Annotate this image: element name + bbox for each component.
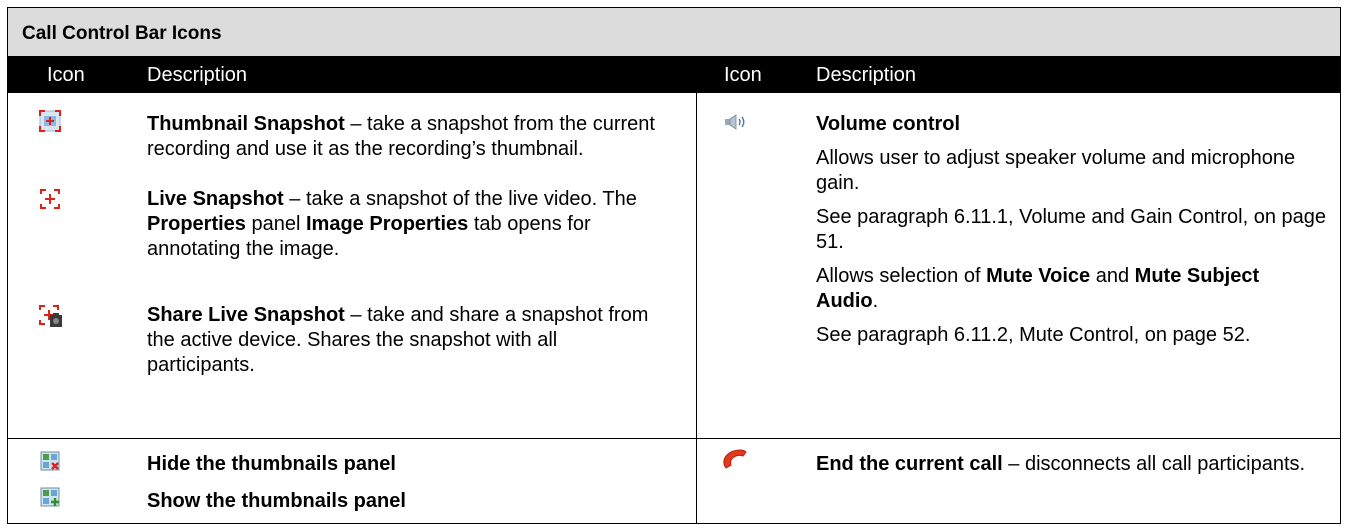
thumbnail-snapshot-description: Thumbnail Snapshot – take a snapshot fro… [147, 112, 667, 162]
live-snapshot-text-1: – take a snapshot of the live video. The [283, 188, 637, 210]
row-divider [8, 438, 1340, 439]
volume-p3-text-a: Allows selection of [816, 265, 987, 287]
header-description-left: Description [147, 64, 248, 86]
mute-voice-term: Mute Voice [986, 265, 1091, 287]
volume-paragraph-4: See paragraph 6.11.2, Mute Control, on p… [816, 324, 1251, 346]
call-control-bar-icons-table: Call Control Bar Icons Icon Description … [7, 7, 1341, 524]
volume-paragraph-2: See paragraph 6.11.1, Volume and Gain Co… [816, 206, 1326, 253]
share-live-snapshot-description: Share Live Snapshot – take and share a s… [147, 303, 667, 378]
thumbnail-snapshot-term: Thumbnail Snapshot [147, 113, 345, 135]
live-snapshot-description: Live Snapshot – take a snapshot of the l… [147, 187, 667, 262]
image-properties-term: Image Properties [306, 213, 469, 235]
hide-thumbnails-description: Hide the thumbnails panel [147, 452, 667, 477]
volume-control-description: Volume control Allows user to adjust spe… [816, 112, 1326, 348]
live-snapshot-text-2: panel [245, 213, 306, 235]
phone-handset-icon [723, 449, 747, 469]
volume-paragraph-1: Allows user to adjust speaker volume and… [816, 147, 1296, 194]
speaker-icon [725, 114, 745, 130]
hide-thumbnails-term: Hide the thumbnails panel [147, 453, 396, 475]
hide-thumbnails-icon [40, 451, 60, 471]
share-live-snapshot-term: Share Live Snapshot [147, 304, 345, 326]
live-snapshot-icon [40, 189, 60, 209]
properties-term: Properties [147, 213, 246, 235]
end-call-text: – disconnects all call participants. [1002, 453, 1306, 475]
column-divider [696, 93, 697, 523]
table-header-row: Icon Description Icon Description [8, 57, 1340, 93]
table-title: Call Control Bar Icons [22, 23, 222, 44]
share-live-snapshot-icon [39, 305, 62, 327]
thumbnail-snapshot-icon [39, 110, 61, 132]
volume-control-term: Volume control [816, 113, 961, 135]
live-snapshot-term: Live Snapshot [147, 188, 284, 210]
volume-p3-text-c: and [1090, 265, 1135, 287]
show-thumbnails-term: Show the thumbnails panel [147, 490, 406, 512]
header-icon-left: Icon [47, 64, 85, 86]
end-call-term: End the current call [816, 453, 1003, 475]
volume-paragraph-3: Allows selection of Mute Voice and Mute … [816, 264, 1326, 314]
show-thumbnails-description: Show the thumbnails panel [147, 489, 667, 514]
volume-p3-text-e: . [872, 290, 879, 312]
table-title-bar: Call Control Bar Icons [8, 8, 1340, 57]
header-icon-right: Icon [724, 64, 762, 86]
header-description-right: Description [816, 64, 917, 86]
end-call-description: End the current call – disconnects all c… [816, 452, 1326, 477]
show-thumbnails-icon [40, 487, 60, 507]
